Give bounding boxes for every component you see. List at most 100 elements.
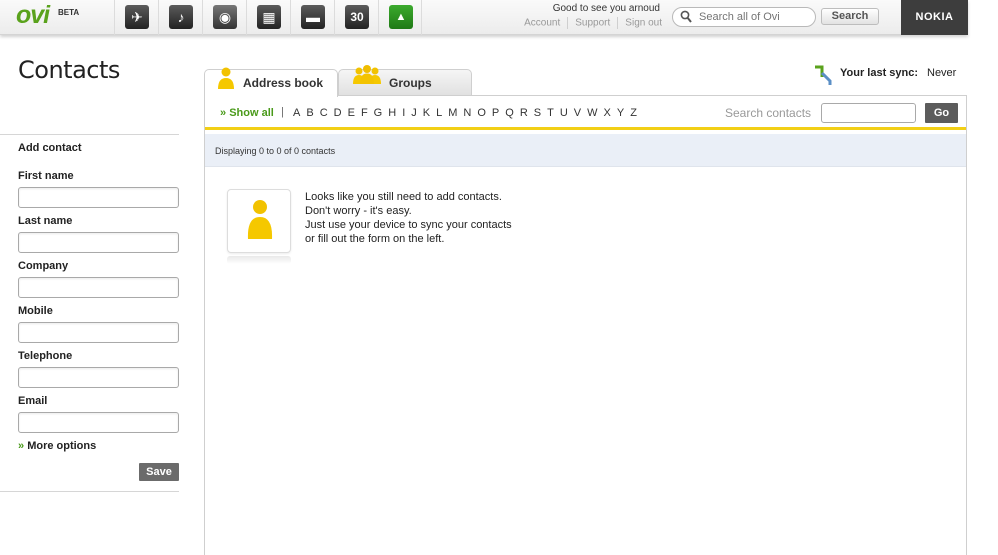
last-name-label: Last name	[18, 215, 73, 227]
letter-link[interactable]: W	[587, 107, 597, 119]
search-icon	[680, 10, 692, 23]
tab-label: Address book	[243, 76, 324, 90]
letter-link[interactable]: O	[477, 107, 486, 119]
music-note-icon: ♪	[177, 9, 185, 25]
greeting-text: Good to see you arnoud	[552, 3, 660, 14]
save-button[interactable]: Save	[139, 463, 179, 481]
support-link[interactable]: Support	[575, 18, 610, 29]
letter-link[interactable]: T	[547, 107, 554, 119]
group-icon	[353, 65, 381, 84]
files-app-icon[interactable]: ▬	[290, 0, 334, 35]
contacts-panel: » Show all | A B C D E F G H I J K L M N…	[204, 95, 967, 555]
contacts-app-icon[interactable]: ▲	[378, 0, 422, 35]
top-bar: ovi BETA ✈ ♪ ◉ ▦ ▬ 30 ▲ Good to see you …	[0, 0, 968, 35]
company-field[interactable]	[18, 277, 179, 298]
telephone-label: Telephone	[18, 350, 73, 362]
letter-link[interactable]: F	[361, 107, 368, 119]
nokia-logo[interactable]: NOKIA	[901, 0, 968, 35]
mobile-field[interactable]	[18, 322, 179, 343]
letter-link[interactable]: J	[411, 107, 417, 119]
calendar-app-icon[interactable]: 30	[334, 0, 378, 35]
alphabet-filter-bar: » Show all | A B C D E F G H I J K L M N…	[205, 96, 966, 130]
contact-placeholder-avatar	[227, 189, 291, 253]
add-contact-heading: Add contact	[18, 142, 82, 154]
page-title: Contacts	[18, 56, 120, 84]
global-search-button[interactable]: Search	[821, 8, 879, 25]
show-all-link[interactable]: » Show all	[220, 107, 274, 119]
empty-line: Looks like you still need to add contact…	[305, 191, 502, 203]
grid-icon: ▦	[262, 9, 276, 25]
letter-link[interactable]: U	[560, 107, 568, 119]
letter-link[interactable]: I	[402, 107, 405, 119]
account-link[interactable]: Account	[524, 18, 560, 29]
go-button[interactable]: Go	[925, 103, 958, 123]
more-options-link[interactable]: » More options	[18, 440, 96, 452]
letter-link[interactable]: V	[574, 107, 581, 119]
folder-icon: ▬	[306, 9, 320, 25]
empty-line: Just use your device to sync your contac…	[305, 219, 512, 231]
results-status-bar: Displaying 0 to 0 of 0 contacts	[205, 134, 966, 167]
letter-link[interactable]: Z	[630, 107, 637, 119]
letter-link[interactable]: R	[520, 107, 528, 119]
letter-link[interactable]: G	[374, 107, 383, 119]
ovi-logo[interactable]: ovi BETA	[16, 1, 112, 31]
letter-link[interactable]: M	[448, 107, 457, 119]
letter-link[interactable]: Y	[617, 107, 624, 119]
more-options-label: More options	[27, 440, 97, 452]
first-name-field[interactable]	[18, 187, 179, 208]
results-count-text: Displaying 0 to 0 of 0 contacts	[215, 146, 336, 156]
games-app-icon[interactable]: ▦	[246, 0, 290, 35]
sync-value: Never	[927, 67, 957, 79]
double-chevron-icon: »	[18, 440, 25, 452]
music-app-icon[interactable]: ♪	[158, 0, 202, 35]
empty-line: Don't worry - it's easy.	[305, 205, 412, 217]
beta-badge: BETA	[58, 8, 80, 17]
tab-label: Groups	[389, 76, 432, 90]
letter-link[interactable]: K	[423, 107, 430, 119]
email-field[interactable]	[18, 412, 179, 433]
account-links: Account Support Sign out	[496, 17, 662, 29]
last-name-field[interactable]	[18, 232, 179, 253]
empty-line: or fill out the form on the left.	[305, 233, 445, 245]
first-name-label: First name	[18, 170, 74, 182]
tab-groups[interactable]: Groups	[338, 65, 472, 96]
telephone-field[interactable]	[18, 367, 179, 388]
letter-link[interactable]: Q	[505, 107, 514, 119]
letter-link[interactable]: E	[348, 107, 355, 119]
letter-link[interactable]: L	[436, 107, 442, 119]
letter-link[interactable]: X	[604, 107, 611, 119]
letter-link[interactable]: D	[334, 107, 342, 119]
company-label: Company	[18, 260, 69, 272]
sync-icon	[815, 65, 832, 85]
show-all-label: Show all	[229, 107, 274, 119]
photos-app-icon[interactable]: ◉	[202, 0, 246, 35]
person-icon	[218, 67, 234, 89]
logo-text: ovi	[16, 1, 50, 29]
search-contacts-label: Search contacts	[725, 106, 812, 120]
calendar-icon: 30	[350, 10, 364, 24]
last-sync-status: Your last sync: Never	[812, 63, 962, 87]
letter-link[interactable]: B	[306, 107, 313, 119]
divider	[0, 134, 179, 135]
sign-out-link[interactable]: Sign out	[625, 18, 662, 29]
person-icon	[247, 200, 273, 239]
sync-label: Your last sync:	[840, 67, 919, 79]
mobile-label: Mobile	[18, 305, 53, 317]
global-search-box	[672, 7, 816, 27]
person-icon: ▲	[395, 11, 407, 23]
letter-link[interactable]: S	[534, 107, 541, 119]
divider	[0, 491, 179, 492]
letter-link[interactable]: P	[492, 107, 499, 119]
compass-icon: ✈	[131, 9, 143, 25]
letter-link[interactable]: N	[463, 107, 471, 119]
letter-link[interactable]: A	[293, 107, 300, 119]
avatar-reflection	[227, 256, 291, 264]
maps-app-icon[interactable]: ✈	[114, 0, 158, 35]
global-search-input[interactable]	[699, 10, 811, 24]
search-contacts-input[interactable]	[821, 103, 916, 123]
letter-link[interactable]: C	[320, 107, 328, 119]
letter-link[interactable]: H	[388, 107, 396, 119]
separator: |	[281, 106, 284, 118]
empty-state-message: Looks like you still need to add contact…	[305, 190, 512, 246]
tab-address-book[interactable]: Address book	[204, 67, 338, 97]
